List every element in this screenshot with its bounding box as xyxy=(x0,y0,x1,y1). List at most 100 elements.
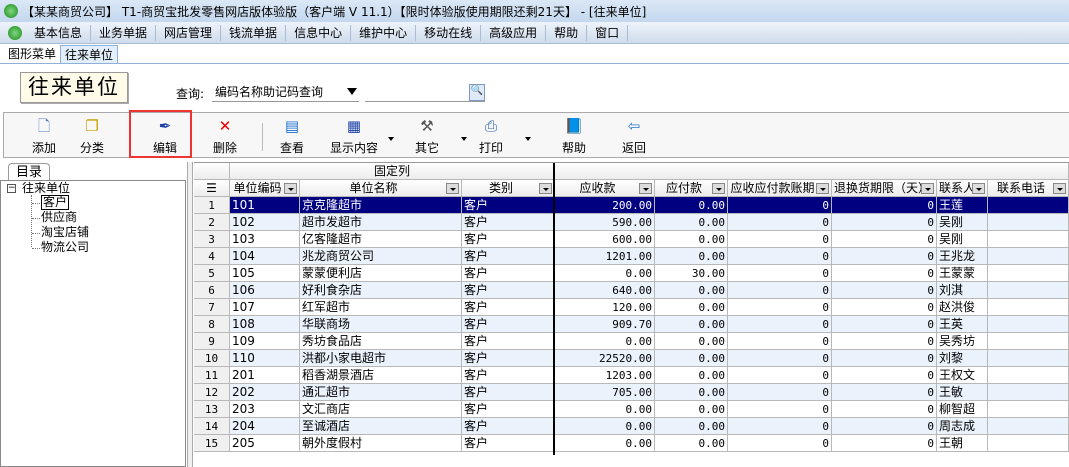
grid-cell[interactable]: 刘淇 xyxy=(937,282,988,299)
grid-cell[interactable]: 王英 xyxy=(937,316,988,333)
grid-cell[interactable]: 0 xyxy=(832,350,937,367)
grid-cell[interactable]: 640.00 xyxy=(555,282,655,299)
grid-cell[interactable]: 吴秀坊 xyxy=(937,333,988,350)
column-header[interactable]: 应付款 xyxy=(655,180,728,197)
grid-cell[interactable]: 202 xyxy=(230,384,300,401)
grid-cell[interactable]: 0.00 xyxy=(655,401,728,418)
grid-cell[interactable]: 0.00 xyxy=(655,367,728,384)
collapse-icon[interactable]: − xyxy=(7,184,16,193)
grid-cell[interactable]: 0.00 xyxy=(655,231,728,248)
grid-cell[interactable]: 0 xyxy=(832,282,937,299)
menu-item[interactable]: 高级应用 xyxy=(481,24,547,41)
column-header[interactable]: 单位编码 xyxy=(230,180,300,197)
menu-item[interactable]: 钱流单据 xyxy=(221,24,287,41)
grid-cell[interactable]: 102 xyxy=(230,214,300,231)
column-header[interactable]: 单位名称 xyxy=(300,180,462,197)
grid-cell[interactable]: 1203.00 xyxy=(555,367,655,384)
grid-cell[interactable] xyxy=(988,435,1069,452)
search-icon[interactable]: 🔍 xyxy=(469,84,485,101)
column-filter-icon[interactable] xyxy=(972,183,985,194)
tree-item[interactable]: 淘宝店铺 xyxy=(41,225,89,240)
grid-cell[interactable]: 京克隆超市 xyxy=(300,197,462,214)
tab-directory[interactable]: 目录 xyxy=(8,163,50,181)
row-number[interactable]: 7 xyxy=(194,299,230,316)
grid-cell[interactable]: 王兆龙 xyxy=(937,248,988,265)
grid-cell[interactable]: 0 xyxy=(832,401,937,418)
grid-cell[interactable]: 0.00 xyxy=(555,333,655,350)
grid-cell[interactable]: 赵洪俊 xyxy=(937,299,988,316)
toolbar-button-1[interactable]: ❐ 分类 xyxy=(62,117,122,156)
menu-item[interactable]: 移动在线 xyxy=(416,24,482,41)
menu-item[interactable]: 业务单据 xyxy=(91,24,157,41)
grid-cell[interactable]: 客户 xyxy=(462,248,555,265)
grid-cell[interactable]: 通汇超市 xyxy=(300,384,462,401)
frozen-column-divider[interactable] xyxy=(553,163,555,455)
grid-cell[interactable]: 客户 xyxy=(462,333,555,350)
row-number[interactable]: 6 xyxy=(194,282,230,299)
row-number[interactable]: 5 xyxy=(194,265,230,282)
column-filter-icon[interactable] xyxy=(539,183,552,194)
grid-cell[interactable] xyxy=(988,299,1069,316)
row-number[interactable]: 15 xyxy=(194,435,230,452)
column-header[interactable]: 类别 xyxy=(462,180,555,197)
tree-root[interactable]: 往来单位 xyxy=(22,181,70,196)
grid-cell[interactable] xyxy=(988,231,1069,248)
column-header[interactable]: 联系人 xyxy=(937,180,988,197)
grid-cell[interactable]: 客户 xyxy=(462,401,555,418)
grid-cell[interactable]: 109 xyxy=(230,333,300,350)
grid-cell[interactable]: 柳智超 xyxy=(937,401,988,418)
tree-item[interactable]: 供应商 xyxy=(41,210,77,225)
grid-cell[interactable]: 0 xyxy=(832,197,937,214)
grid-cell[interactable]: 0 xyxy=(832,316,937,333)
row-header-corner[interactable]: ☰ xyxy=(194,180,230,197)
grid-cell[interactable]: 204 xyxy=(230,418,300,435)
grid-cell[interactable]: 0.00 xyxy=(655,214,728,231)
grid-cell[interactable]: 王莲 xyxy=(937,197,988,214)
grid-cell[interactable]: 107 xyxy=(230,299,300,316)
menu-item[interactable]: 信息中心 xyxy=(286,24,352,41)
grid-cell[interactable]: 0.00 xyxy=(655,350,728,367)
grid-cell[interactable]: 0 xyxy=(832,299,937,316)
row-number[interactable]: 8 xyxy=(194,316,230,333)
grid-cell[interactable]: 1201.00 xyxy=(555,248,655,265)
tab-0[interactable]: 图形菜单 xyxy=(4,45,60,63)
grid-cell[interactable]: 0.00 xyxy=(655,435,728,452)
grid-cell[interactable]: 超市发超市 xyxy=(300,214,462,231)
grid-cell[interactable] xyxy=(988,197,1069,214)
toolbar-button-4[interactable]: ▤ 查看 xyxy=(262,117,322,156)
grid-cell[interactable]: 客户 xyxy=(462,299,555,316)
grid-cell[interactable]: 客户 xyxy=(462,231,555,248)
grid-cell[interactable]: 205 xyxy=(230,435,300,452)
grid-cell[interactable]: 朝外度假村 xyxy=(300,435,462,452)
grid-cell[interactable]: 0.00 xyxy=(655,299,728,316)
grid-cell[interactable]: 705.00 xyxy=(555,384,655,401)
row-number[interactable]: 12 xyxy=(194,384,230,401)
grid-cell[interactable]: 0 xyxy=(728,265,832,282)
grid-cell[interactable]: 0.00 xyxy=(655,248,728,265)
grid-cell[interactable]: 0 xyxy=(832,333,937,350)
grid-cell[interactable]: 王敏 xyxy=(937,384,988,401)
grid-cell[interactable]: 客户 xyxy=(462,418,555,435)
grid-cell[interactable]: 103 xyxy=(230,231,300,248)
grid-cell[interactable]: 客户 xyxy=(462,214,555,231)
grid-cell[interactable]: 0.00 xyxy=(555,401,655,418)
grid-cell[interactable]: 王权文 xyxy=(937,367,988,384)
grid-cell[interactable]: 0 xyxy=(832,418,937,435)
grid-cell[interactable]: 0.00 xyxy=(655,418,728,435)
column-filter-icon[interactable] xyxy=(921,183,934,194)
grid-cell[interactable]: 0 xyxy=(728,418,832,435)
grid-cell[interactable]: 105 xyxy=(230,265,300,282)
tree-item[interactable]: 物流公司 xyxy=(41,240,89,255)
grid-cell[interactable]: 周志成 xyxy=(937,418,988,435)
grid-cell[interactable]: 0 xyxy=(728,197,832,214)
row-number[interactable]: 4 xyxy=(194,248,230,265)
column-filter-icon[interactable] xyxy=(446,183,459,194)
grid-cell[interactable]: 客户 xyxy=(462,384,555,401)
grid-cell[interactable]: 0 xyxy=(832,248,937,265)
dropdown-arrow-icon[interactable] xyxy=(388,137,394,144)
row-number[interactable]: 10 xyxy=(194,350,230,367)
grid-cell[interactable]: 0 xyxy=(832,231,937,248)
grid-cell[interactable] xyxy=(988,418,1069,435)
grid-cell[interactable]: 106 xyxy=(230,282,300,299)
grid-cell[interactable]: 0 xyxy=(728,401,832,418)
